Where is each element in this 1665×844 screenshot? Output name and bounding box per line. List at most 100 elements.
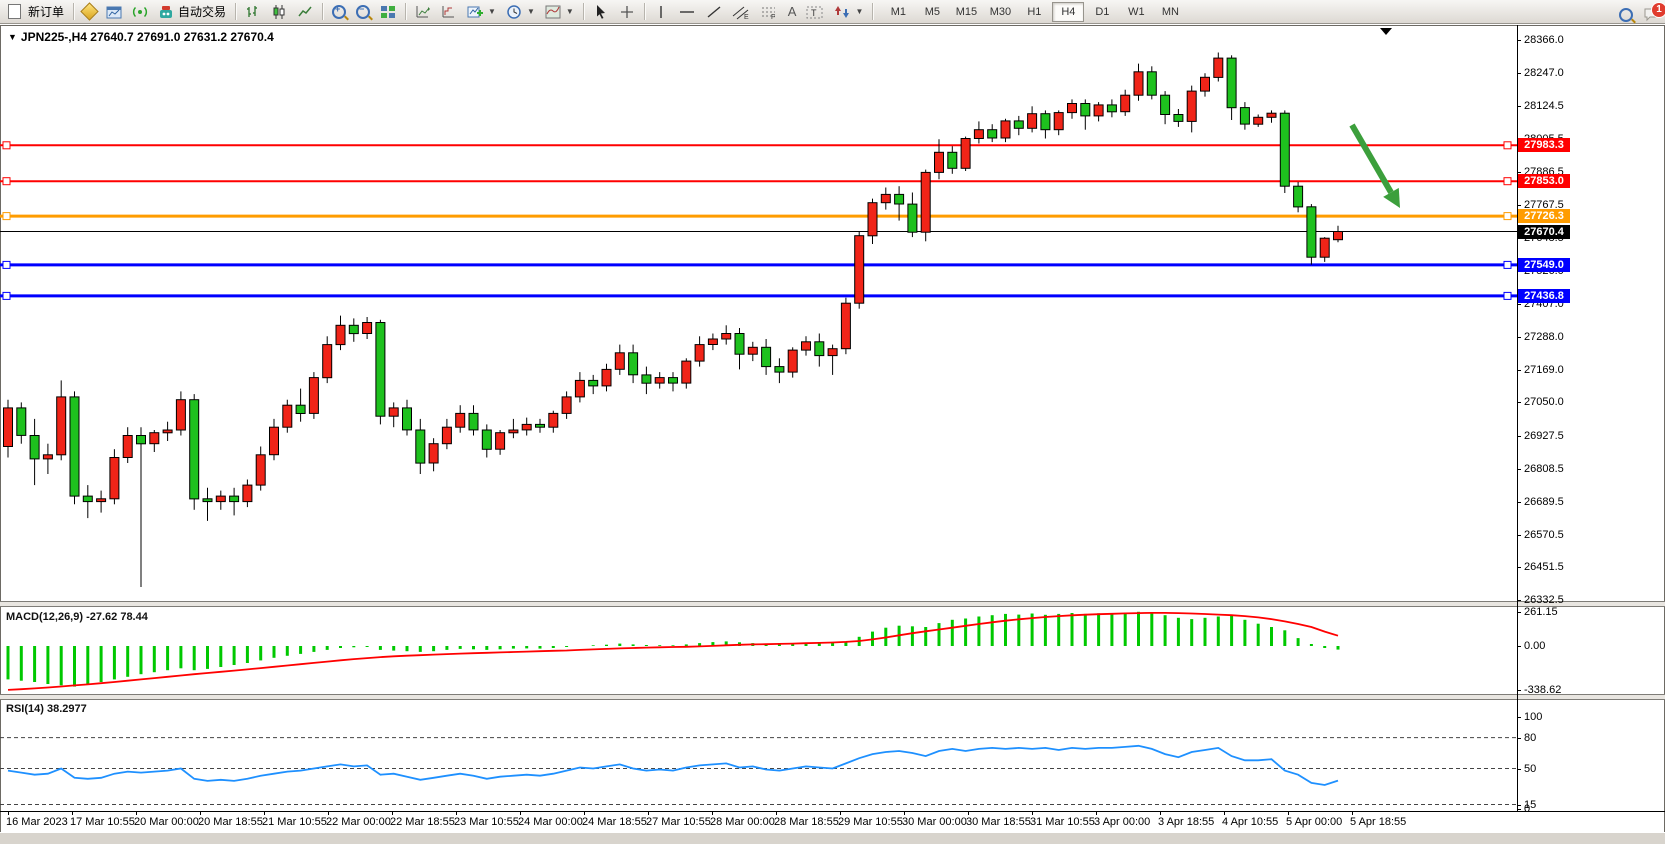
- line-handle[interactable]: [3, 178, 10, 185]
- timeframe-button-m15[interactable]: M15: [950, 2, 982, 22]
- timeframe-button-m30[interactable]: M30: [984, 2, 1016, 22]
- candle: [536, 424, 545, 427]
- price-tick-label: 26808.5: [1524, 463, 1564, 475]
- chart-shift-icon[interactable]: [1380, 28, 1392, 35]
- price-axis-line: [1517, 25, 1518, 811]
- arrange-charts-button[interactable]: [410, 2, 436, 22]
- horizontal-line-icon: [678, 4, 696, 20]
- timeframe-button-w1[interactable]: W1: [1120, 2, 1152, 22]
- chevron-down-icon: ▼: [527, 7, 535, 16]
- timeframe-button-m5[interactable]: M5: [916, 2, 948, 22]
- candle: [256, 455, 265, 485]
- price-badge-27436.8: 27436.8: [1518, 289, 1570, 303]
- trendline-button[interactable]: [701, 2, 727, 22]
- panel-splitter[interactable]: [0, 601, 1665, 607]
- arrows-button[interactable]: ▼: [829, 2, 868, 22]
- zoom-in-icon: +: [332, 5, 346, 19]
- timeframe-button-h1[interactable]: H1: [1018, 2, 1050, 22]
- candle: [1134, 72, 1143, 95]
- separator: [872, 3, 873, 20]
- svg-text:T: T: [811, 8, 817, 18]
- price-tick-label: 26451.5: [1524, 561, 1564, 573]
- candle: [695, 345, 704, 362]
- periods-button[interactable]: ▼: [501, 2, 540, 22]
- tile-windows-button[interactable]: [375, 2, 401, 22]
- line-handle[interactable]: [1504, 213, 1511, 220]
- new-order-button[interactable]: 新订单: [3, 2, 69, 22]
- candle: [549, 413, 558, 427]
- candle: [1214, 58, 1223, 77]
- candle: [762, 347, 771, 366]
- vertical-line-button[interactable]: [649, 2, 673, 22]
- rsi-scale-label: 100: [1524, 711, 1542, 723]
- line-handle[interactable]: [1504, 292, 1511, 299]
- candle: [1201, 77, 1210, 91]
- line-handle[interactable]: [3, 213, 10, 220]
- candle: [1334, 232, 1343, 240]
- notifications-icon[interactable]: 1: [1643, 6, 1659, 22]
- line-handle[interactable]: [1504, 178, 1511, 185]
- timeframe-button-d1[interactable]: D1: [1086, 2, 1118, 22]
- step-chart-button[interactable]: [436, 2, 462, 22]
- auto-trading-button[interactable]: 自动交易: [153, 2, 231, 22]
- horizontal-line-button[interactable]: [673, 2, 701, 22]
- line-handle[interactable]: [3, 292, 10, 299]
- candle: [708, 339, 717, 345]
- crosshair-icon: [619, 4, 635, 20]
- main-chart[interactable]: [0, 25, 1517, 601]
- candle: [97, 499, 106, 502]
- time-tick-label: 31 Mar 10:55: [1030, 816, 1095, 828]
- line-handle[interactable]: [1504, 142, 1511, 149]
- cursor-icon: [593, 4, 609, 20]
- macd-panel[interactable]: [0, 608, 1517, 694]
- line-handle[interactable]: [3, 261, 10, 268]
- line-chart-button[interactable]: [292, 2, 318, 22]
- channel-icon: E: [732, 4, 750, 20]
- timeframe-button-m1[interactable]: M1: [882, 2, 914, 22]
- zoom-in-button[interactable]: +: [327, 2, 351, 22]
- candle: [57, 397, 66, 455]
- symbol-dropdown-icon[interactable]: ▼: [8, 32, 17, 42]
- candle: [323, 345, 332, 378]
- candle: [868, 203, 877, 236]
- search-icon[interactable]: [1619, 8, 1633, 22]
- candle: [1307, 207, 1316, 257]
- crosshair-button[interactable]: [614, 2, 640, 22]
- time-axis-line: [0, 811, 1665, 812]
- rsi-panel[interactable]: [0, 700, 1517, 811]
- channel-button[interactable]: E: [727, 2, 755, 22]
- price-tick-label: 27169.0: [1524, 364, 1564, 376]
- line-handle[interactable]: [1504, 261, 1511, 268]
- bar-chart-button[interactable]: [240, 2, 266, 22]
- text-label-button[interactable]: T: [801, 2, 829, 22]
- candle: [429, 444, 438, 463]
- mt4-window: 新订单 自动交易 + −: [0, 0, 1665, 844]
- rsi-label: RSI(14) 38.2977: [6, 703, 87, 715]
- candle-chart-button[interactable]: [266, 2, 292, 22]
- cursor-button[interactable]: [588, 2, 614, 22]
- zoom-out-button[interactable]: −: [351, 2, 375, 22]
- candle: [575, 380, 584, 397]
- metaeditor-button[interactable]: [78, 2, 101, 22]
- candle: [961, 139, 970, 169]
- line-handle[interactable]: [3, 142, 10, 149]
- candle: [336, 325, 345, 344]
- market-button[interactable]: [101, 2, 127, 22]
- step-chart-icon: [441, 4, 457, 20]
- templates-button[interactable]: ▼: [540, 2, 579, 22]
- timeframe-button-h4[interactable]: H4: [1052, 2, 1084, 22]
- annotation-arrow-shaft[interactable]: [1352, 125, 1391, 192]
- zoom-out-icon: −: [356, 5, 370, 19]
- indicators-button[interactable]: ▼: [462, 2, 501, 22]
- signals-button[interactable]: [127, 2, 153, 22]
- candle: [974, 130, 983, 139]
- timeframe-button-mn[interactable]: MN: [1154, 2, 1186, 22]
- candle: [403, 408, 412, 430]
- candle: [496, 433, 505, 450]
- fibonacci-button[interactable]: F: [755, 2, 783, 22]
- candle: [1320, 238, 1329, 257]
- candle: [682, 361, 691, 383]
- text-button[interactable]: A: [783, 2, 802, 22]
- price-tick-label: 27767.5: [1524, 199, 1564, 211]
- candle: [376, 323, 385, 417]
